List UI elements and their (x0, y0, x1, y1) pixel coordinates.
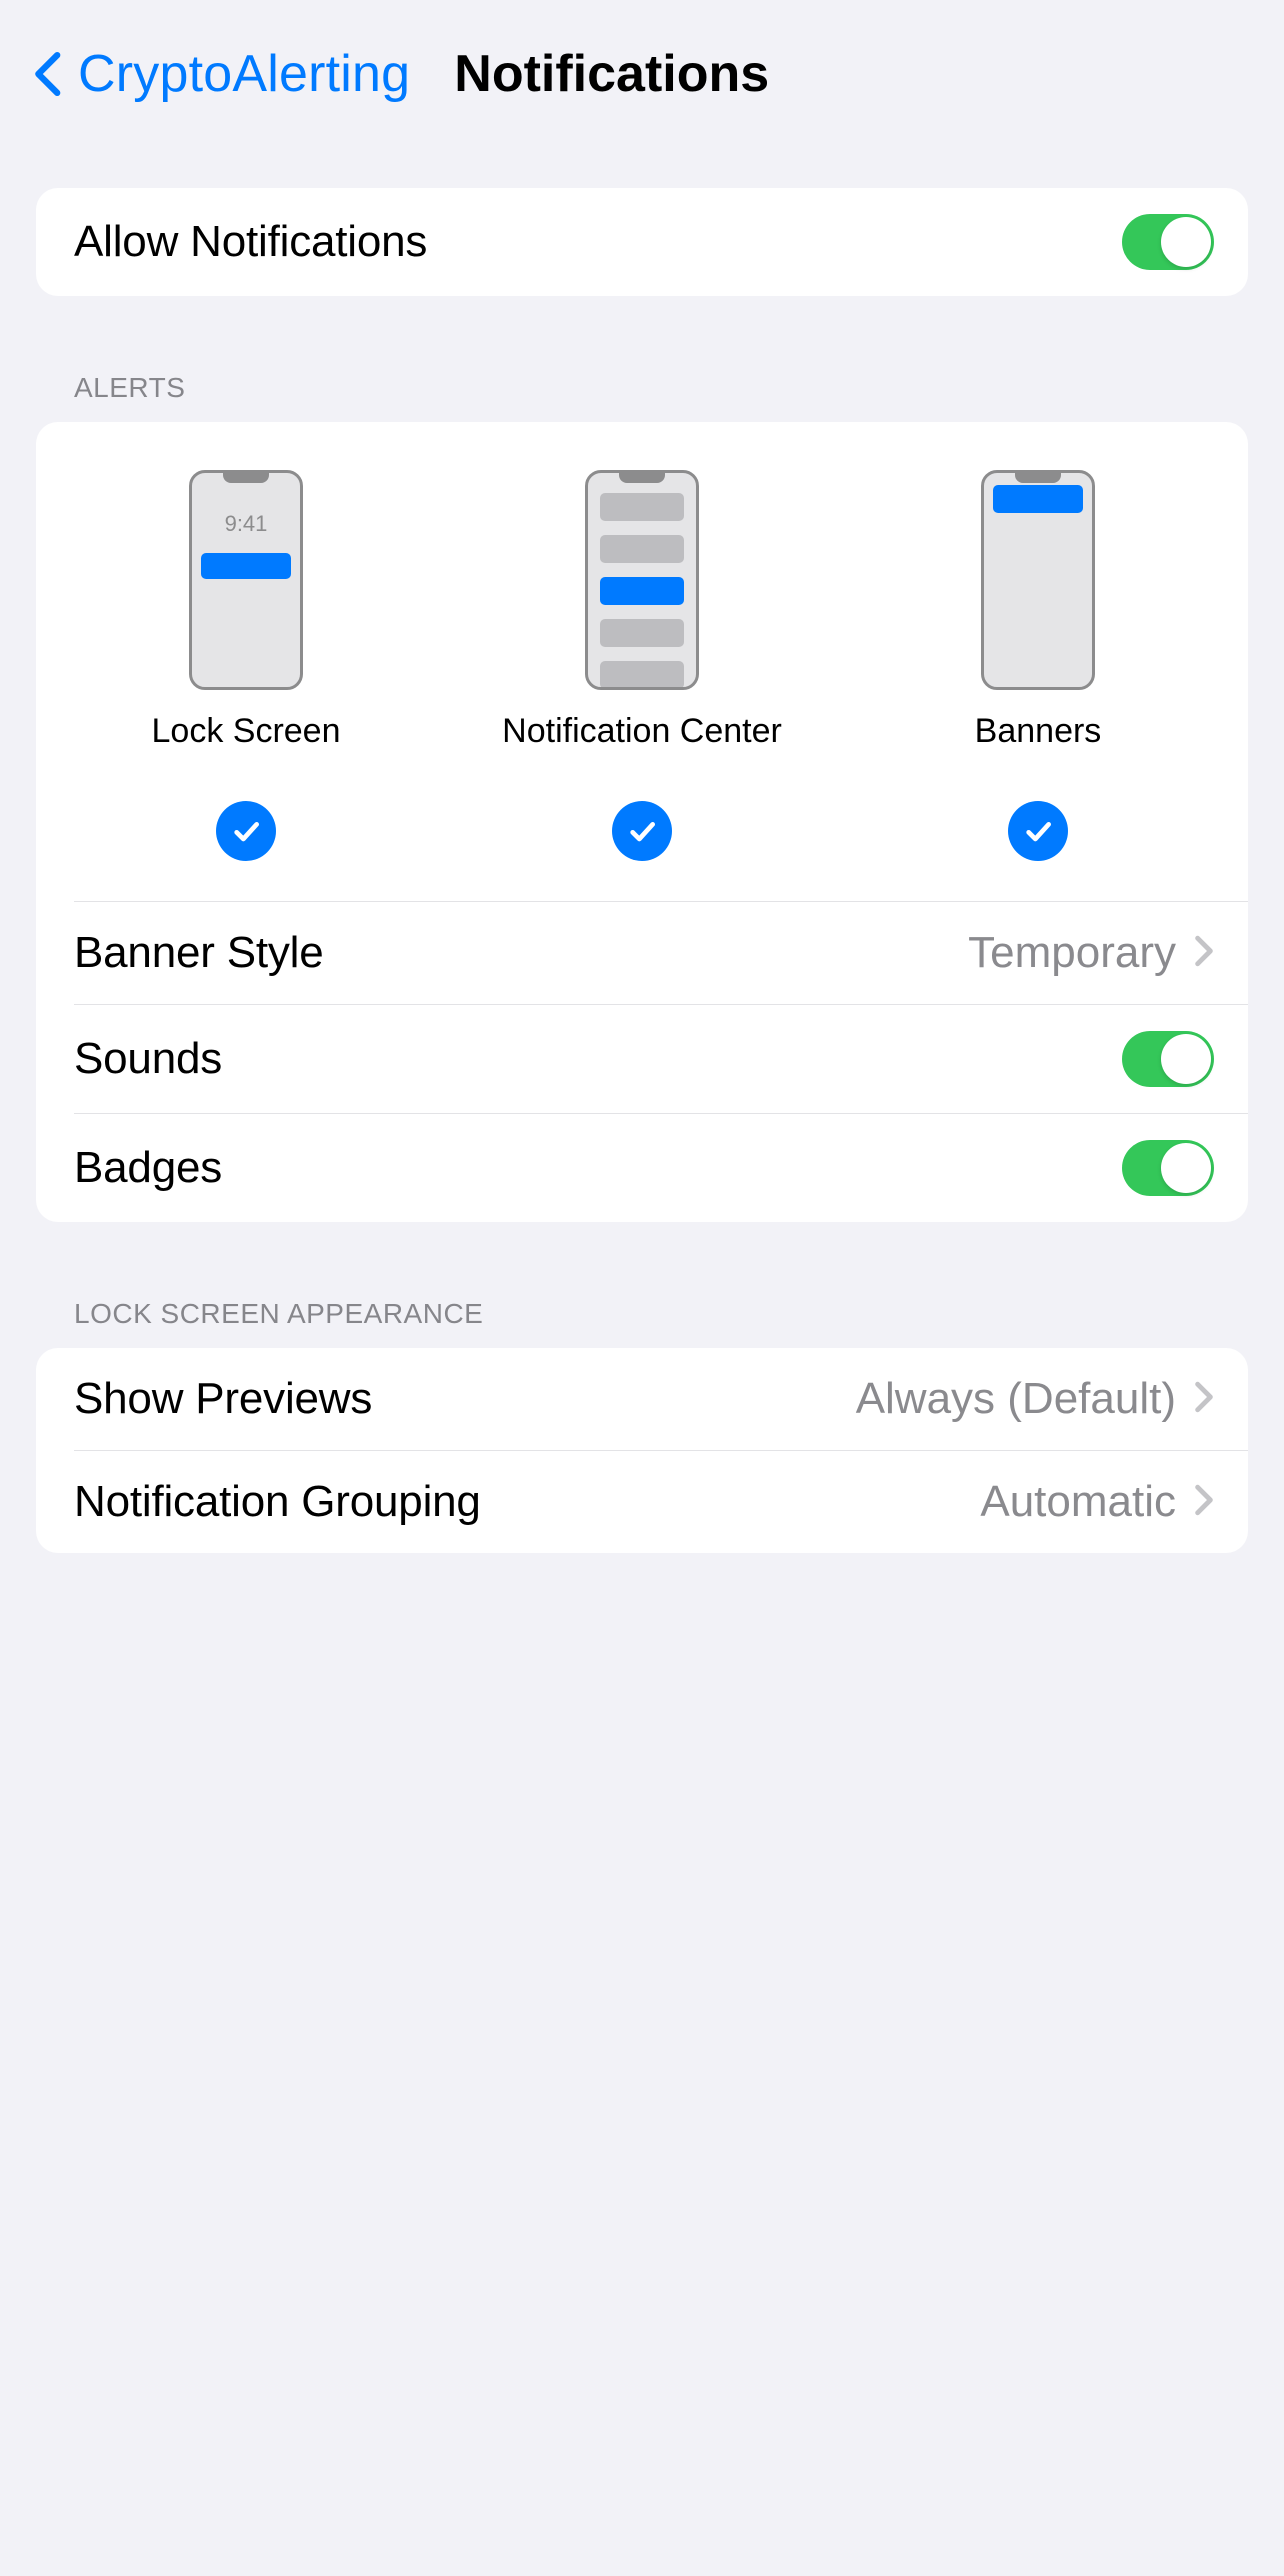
page-title: Notifications (454, 44, 769, 104)
nav-bar: CryptoAlerting Notifications (0, 0, 1284, 134)
banners-label: Banners (975, 712, 1102, 751)
notification-center-label: Notification Center (502, 712, 782, 751)
chevron-right-icon (1194, 935, 1214, 972)
back-chevron-icon[interactable] (30, 52, 64, 96)
lock-screen-appearance-header: LOCK SCREEN APPEARANCE (36, 1298, 1248, 1348)
show-previews-value: Always (Default) (856, 1374, 1176, 1424)
sounds-label: Sounds (74, 1034, 222, 1084)
notification-center-checkmark-icon[interactable] (612, 801, 672, 861)
notification-grouping-row[interactable]: Notification Grouping Automatic (36, 1451, 1248, 1553)
allow-notifications-group: Allow Notifications (36, 188, 1248, 296)
banners-preview-icon (981, 470, 1095, 690)
banner-style-label: Banner Style (74, 928, 324, 978)
notification-grouping-label: Notification Grouping (74, 1477, 481, 1527)
lock-screen-time: 9:41 (192, 511, 300, 537)
lock-screen-checkmark-icon[interactable] (216, 801, 276, 861)
banner-style-row[interactable]: Banner Style Temporary (36, 902, 1248, 1004)
lock-screen-appearance-group: Show Previews Always (Default) Notificat… (36, 1348, 1248, 1553)
banner-style-value: Temporary (968, 928, 1176, 978)
show-previews-row[interactable]: Show Previews Always (Default) (36, 1348, 1248, 1450)
alerts-options-row: 9:41 Lock Screen Notification Center (36, 422, 1248, 901)
back-button-label[interactable]: CryptoAlerting (78, 44, 410, 104)
allow-notifications-toggle[interactable] (1122, 214, 1214, 270)
badges-toggle[interactable] (1122, 1140, 1214, 1196)
chevron-right-icon (1194, 1381, 1214, 1418)
alerts-header: ALERTS (36, 372, 1248, 422)
notification-center-preview-icon (585, 470, 699, 690)
lock-screen-label: Lock Screen (152, 712, 341, 751)
allow-notifications-label: Allow Notifications (74, 217, 427, 267)
chevron-right-icon (1194, 1484, 1214, 1521)
sounds-toggle[interactable] (1122, 1031, 1214, 1087)
badges-label: Badges (74, 1143, 222, 1193)
show-previews-label: Show Previews (74, 1374, 372, 1424)
banners-checkmark-icon[interactable] (1008, 801, 1068, 861)
sounds-row[interactable]: Sounds (36, 1005, 1248, 1113)
alerts-group: 9:41 Lock Screen Notification Center (36, 422, 1248, 1222)
alert-option-lock-screen[interactable]: 9:41 Lock Screen (48, 470, 444, 861)
alert-option-banners[interactable]: Banners (840, 470, 1236, 861)
lock-screen-preview-icon: 9:41 (189, 470, 303, 690)
notification-grouping-value: Automatic (980, 1477, 1176, 1527)
alert-option-notification-center[interactable]: Notification Center (444, 470, 840, 861)
badges-row[interactable]: Badges (36, 1114, 1248, 1222)
allow-notifications-row[interactable]: Allow Notifications (36, 188, 1248, 296)
